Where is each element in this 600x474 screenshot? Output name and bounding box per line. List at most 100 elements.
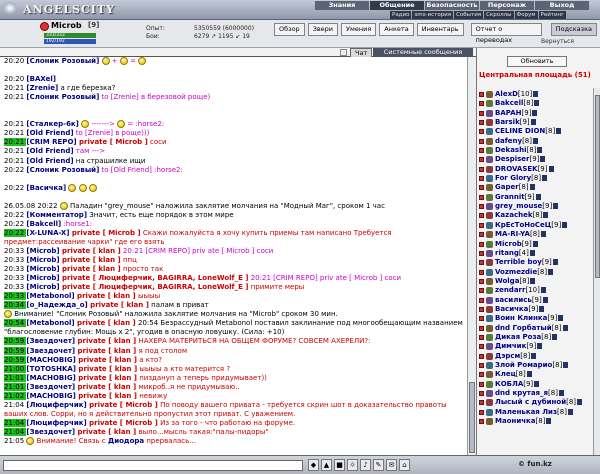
private-icon[interactable] — [479, 391, 484, 396]
info-icon[interactable] — [533, 91, 539, 97]
private-icon[interactable] — [479, 325, 484, 331]
private-icon[interactable] — [479, 344, 484, 350]
tool-button[interactable]: ☼ — [347, 459, 358, 471]
user-item[interactable]: ritang[4] — [479, 249, 591, 258]
chat-nick[interactable]: Диодора — [108, 437, 144, 445]
info-icon[interactable] — [526, 371, 532, 378]
info-icon[interactable] — [540, 231, 546, 238]
private-icon[interactable] — [479, 250, 484, 256]
user-name[interactable]: BAPAH — [495, 109, 522, 117]
sub-nav-item[interactable]: Форум — [514, 11, 538, 19]
info-icon[interactable] — [553, 203, 559, 210]
private-icon[interactable] — [479, 241, 484, 247]
user-name[interactable]: Microb — [495, 240, 522, 248]
back-button[interactable]: Вернуться — [538, 38, 577, 46]
user-name[interactable]: Vozmezdie — [495, 268, 537, 276]
user-name[interactable]: DROVASEK — [495, 165, 538, 173]
chat-nick[interactable]: [MACHOBIG] — [26, 356, 75, 364]
private-icon[interactable] — [479, 278, 484, 284]
info-icon[interactable] — [556, 128, 562, 135]
user-item[interactable]: Vozmezdie[8] — [479, 268, 591, 277]
user-name[interactable]: zendarr — [495, 286, 525, 294]
toolbar-button[interactable]: Инвентарь — [416, 23, 464, 36]
nav-item[interactable]: Общение — [370, 1, 424, 10]
chat-nick[interactable]: [Звездочет] — [26, 337, 75, 345]
private-icon[interactable] — [40, 22, 49, 31]
user-name[interactable]: Маленькая Лиз — [495, 408, 557, 416]
user-item[interactable]: Лысый с дубиной[8] — [479, 398, 591, 407]
chat-nick[interactable]: [Звездочет] — [26, 383, 75, 391]
chat-nick[interactable]: [Сталкер-6к] — [26, 120, 78, 128]
user-item[interactable]: Дикая Роза[8] — [479, 333, 591, 342]
user-item[interactable]: Despiser[9] — [479, 155, 591, 164]
user-item[interactable]: dafeny[8] — [479, 137, 591, 146]
user-item[interactable]: Злой Ромарио[8] — [479, 361, 591, 370]
user-name[interactable]: dnd крутая_я — [495, 389, 548, 397]
chat-nick[interactable]: [Microb] — [26, 247, 59, 255]
info-icon[interactable] — [563, 361, 569, 368]
user-item[interactable]: Microb[9] — [479, 240, 591, 249]
user-item[interactable]: КОБЛА[9] — [479, 380, 591, 389]
nav-item[interactable]: Безопасность — [425, 1, 479, 10]
info-icon[interactable] — [558, 315, 564, 322]
info-icon[interactable] — [543, 212, 549, 219]
user-item[interactable]: CELINE DION[8] — [479, 127, 591, 136]
chat-nick[interactable]: [о_Надежда_о] — [26, 301, 87, 309]
user-item[interactable]: васились[9] — [479, 296, 591, 305]
private-icon[interactable] — [479, 372, 484, 378]
user-name[interactable]: Лысый с дубиной — [495, 398, 566, 406]
chat-nick[interactable]: [Люциферчик] — [26, 419, 86, 427]
tool-button[interactable]: ⌂ — [399, 459, 410, 471]
user-name[interactable]: Grannit — [495, 193, 525, 201]
user-item[interactable]: Васичка[9] — [479, 305, 591, 314]
user-item[interactable]: КрЕсТоНоСеЦ[9] — [479, 221, 591, 230]
tool-button[interactable]: ✉ — [386, 459, 397, 471]
info-icon[interactable] — [532, 240, 538, 247]
info-icon[interactable] — [530, 119, 536, 126]
private-icon[interactable] — [479, 166, 484, 172]
info-icon[interactable] — [546, 418, 552, 425]
info-icon[interactable] — [534, 100, 540, 107]
user-name[interactable]: Bakcell — [495, 99, 523, 107]
private-icon[interactable] — [479, 176, 484, 182]
tool-button[interactable]: ♪ — [360, 459, 371, 471]
user-name[interactable]: КОБЛА — [495, 380, 523, 388]
tab-system-messages[interactable]: Системные сообщения — [373, 48, 473, 57]
toolbar-button[interactable]: Звери — [307, 23, 339, 36]
user-name[interactable]: grey_mouse — [495, 202, 542, 210]
info-icon[interactable] — [552, 259, 558, 266]
info-icon[interactable] — [532, 109, 538, 116]
nav-item[interactable]: Знания — [315, 1, 369, 10]
toolbar-button[interactable]: Отчет о переводах — [470, 23, 542, 44]
private-icon[interactable] — [479, 185, 484, 191]
chat-nick[interactable]: [Metabonol] — [26, 292, 74, 300]
info-icon[interactable] — [562, 221, 568, 228]
chat-nick[interactable]: [Microb] — [26, 256, 59, 264]
private-icon[interactable] — [479, 381, 484, 387]
info-icon[interactable] — [552, 333, 558, 340]
private-icon[interactable] — [479, 148, 484, 154]
info-icon[interactable] — [539, 305, 545, 312]
user-item[interactable]: grey_mouse[9] — [479, 202, 591, 211]
user-list-scrollbar[interactable] — [593, 88, 600, 455]
user-name[interactable]: Despiser — [495, 155, 530, 163]
toolbar-button[interactable]: Подсказка — [550, 23, 597, 36]
chat-nick[interactable]: [BAXel] — [26, 75, 56, 83]
user-name[interactable]: Димчик — [495, 342, 526, 350]
user-item[interactable]: Клец[8] — [479, 370, 591, 379]
user-name[interactable]: CELINE DION — [495, 127, 545, 135]
private-icon[interactable] — [479, 204, 484, 210]
user-name[interactable]: КрЕсТоНоСеЦ — [495, 221, 551, 229]
user-name[interactable]: Kazachek — [495, 211, 532, 219]
sub-nav-item[interactable]: sms-история — [412, 11, 454, 19]
user-name[interactable]: For Glory — [495, 174, 531, 182]
info-icon[interactable] — [537, 343, 543, 350]
tool-button[interactable]: ■ — [334, 459, 345, 471]
private-icon[interactable] — [479, 316, 484, 322]
user-name[interactable]: Gaper — [495, 183, 519, 191]
private-icon[interactable] — [479, 297, 484, 303]
user-name[interactable]: Terrible boy — [495, 258, 542, 266]
chat-nick[interactable]: [Microb] — [26, 265, 59, 273]
info-icon[interactable] — [531, 352, 537, 359]
nav-item[interactable]: Персонаж — [480, 1, 534, 10]
